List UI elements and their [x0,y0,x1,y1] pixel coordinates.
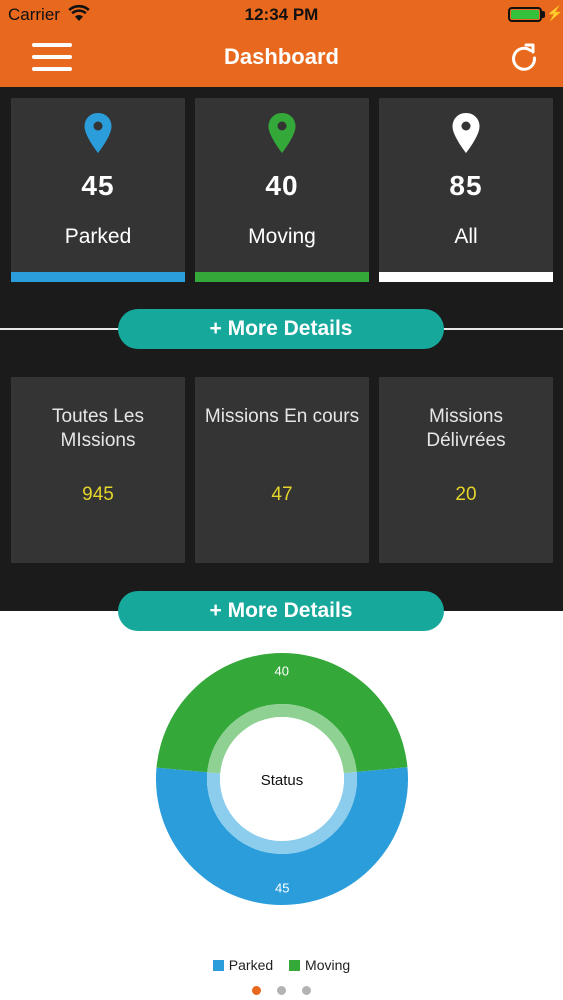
location-pin-icon [452,113,480,153]
nav-bar: Dashboard [0,30,563,87]
stat-color-bar [379,272,553,282]
status-donut-chart[interactable]: Status 45 40 [148,645,416,913]
page-dot[interactable] [302,986,312,995]
legend-label: Parked [228,957,274,973]
legend-item-parked: Parked [212,957,274,973]
status-time: 12:34 PM [244,5,319,24]
page-indicator[interactable] [0,982,563,1000]
mission-card-delivered[interactable]: Missions Délivrées 20 [379,377,553,563]
chart-center-label: Status [261,772,304,789]
mission-card-all[interactable]: Toutes Les MIssions 945 [11,377,185,563]
stat-value: 45 [81,170,115,201]
location-pin-icon [84,113,112,153]
mission-value: 47 [271,484,293,505]
page-dot[interactable] [277,986,286,995]
pin-shape [268,113,296,153]
stat-label: Parked [64,225,132,248]
more-details-button-missions[interactable]: + More Details [118,591,444,631]
stat-value: 85 [449,170,483,201]
menu-icon[interactable] [32,43,72,73]
battery-icon [508,7,542,22]
mission-value: 20 [455,484,477,505]
chart-value-label: 40 [275,664,289,679]
refresh-icon[interactable] [508,42,540,74]
page-dot[interactable] [251,986,261,995]
stat-card-parked[interactable]: 45 Parked [11,98,185,282]
legend-item-moving: Moving [289,957,350,973]
legend-label: Moving [305,957,351,973]
stat-color-bar [11,272,185,282]
mission-card-in-progress[interactable]: Missions En cours 47 [195,377,369,563]
stat-value: 40 [265,170,299,201]
legend-swatch [212,960,224,971]
status-bar: Carrier 12:34 PM ⚡ [0,0,563,30]
more-details-button-vehicles[interactable]: + More Details [118,309,444,349]
stat-card-moving[interactable]: 40 Moving [195,98,369,282]
pin-shape [452,113,480,153]
mission-label: Missions En cours [204,406,360,427]
location-pin-icon [268,113,296,153]
mission-label: Toutes Les MIssions [52,406,144,451]
stat-label: All [454,225,478,248]
mission-value: 945 [82,484,114,505]
mission-label: Missions Délivrées [426,406,506,451]
chart-value-label: 45 [275,880,289,895]
legend-swatch [289,960,301,971]
charging-icon: ⚡ [546,5,563,21]
battery-cap [542,11,545,18]
chart-legend: Parked Moving [0,957,563,973]
stat-color-bar [195,272,369,282]
page-title: Dashboard [224,44,339,69]
stat-card-all[interactable]: 85 All [379,98,553,282]
stat-label: Moving [248,225,316,248]
pin-shape [84,113,112,153]
